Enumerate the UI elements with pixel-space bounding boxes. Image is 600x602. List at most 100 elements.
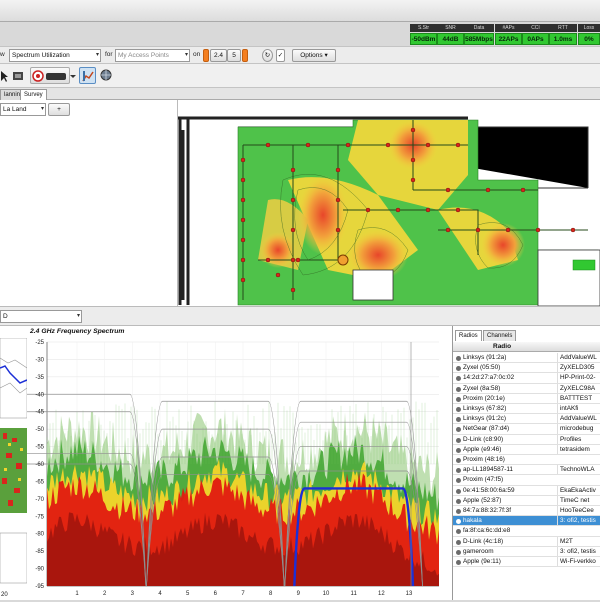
y-tick-label: -55 bbox=[35, 445, 44, 451]
radio-name: Apple (9e:11) bbox=[463, 558, 501, 565]
y-tick-label: -30 bbox=[35, 357, 44, 363]
radio-column-header[interactable]: Radio bbox=[493, 343, 511, 350]
y-tick-label: -90 bbox=[35, 567, 44, 573]
stat-data-rate: Data 585Mbps bbox=[464, 24, 494, 45]
chart-tool-icon[interactable] bbox=[79, 67, 96, 84]
radio-name: 0e:41:58:00:6a:59 bbox=[463, 486, 515, 494]
spectrum-chart: -25 -30 -35 -40 -45 -50 -55 -60 -65 -70 -75 -80 -85 -… bbox=[27, 338, 451, 598]
y-tick-label: -50 bbox=[35, 427, 44, 433]
options-button[interactable]: Options ▾ bbox=[292, 49, 336, 62]
stat-label: RTT bbox=[549, 24, 577, 32]
radio-row[interactable]: Linksys (91:2a) AddValueWL bbox=[453, 353, 600, 364]
visualization-select[interactable]: Spectrum Utilization ▾ bbox=[9, 49, 101, 62]
radio-row[interactable]: D-Link (4c:18) M2T bbox=[453, 536, 600, 547]
stat-value: -50dBm bbox=[410, 33, 437, 45]
radio-ssid: AddValueWL bbox=[557, 353, 600, 363]
visualization-value: Spectrum Utilization bbox=[12, 52, 70, 59]
tab-survey[interactable]: Survey bbox=[20, 89, 47, 100]
options-label: Options bbox=[300, 52, 323, 59]
chevron-down-icon: ▾ bbox=[76, 313, 80, 319]
x-tick-label: 10 bbox=[323, 591, 330, 597]
floorplan-heatmap[interactable] bbox=[178, 100, 600, 306]
y-tick-label: -75 bbox=[35, 514, 44, 520]
band-2-4-button[interactable]: 2.4 bbox=[210, 49, 227, 62]
chevron-down-icon: ▾ bbox=[184, 52, 188, 58]
radio-row[interactable]: Zyxel (8a:58) ZyXELC98A bbox=[453, 383, 600, 394]
x-tick-label: 12 bbox=[378, 591, 385, 597]
refresh-icon[interactable]: ↻ bbox=[262, 49, 273, 62]
radio-row[interactable]: NetGear (87:d4) microdebug bbox=[453, 424, 600, 435]
chevron-down-icon: ▾ bbox=[40, 106, 44, 112]
radio-row[interactable]: ap-LL1894587-11 TechnoWLA bbox=[453, 465, 600, 476]
radio-ssid: ZyXELD305 bbox=[557, 363, 600, 373]
radio-status-icon bbox=[456, 407, 461, 412]
radio-ssid: intAKfi bbox=[557, 404, 600, 414]
add-floor-button[interactable]: + bbox=[48, 103, 70, 116]
radio-ssid: TimeC net bbox=[557, 495, 600, 505]
capture-tool-icon[interactable] bbox=[12, 67, 24, 84]
spectrum-device-select[interactable]: D ▾ bbox=[0, 310, 82, 323]
mode-tabs: lanning Survey bbox=[0, 88, 600, 100]
radio-name: Linksys (91:2a) bbox=[463, 354, 507, 361]
tab-channels[interactable]: Channels bbox=[483, 330, 517, 341]
radio-name: NetGear (87:d4) bbox=[463, 425, 510, 433]
band-5-button[interactable]: 5 bbox=[227, 49, 241, 62]
radio-ssid: HP-Print-02- bbox=[557, 373, 600, 383]
survey-mode-button[interactable] bbox=[30, 67, 70, 84]
stat-cci: CCI 0APs bbox=[522, 24, 549, 45]
radio-status-icon bbox=[456, 386, 461, 392]
radio-row[interactable]: Proxim (48:16) bbox=[453, 455, 600, 466]
radio-row[interactable]: Linksys (67:82) intAKfi bbox=[453, 404, 600, 415]
radio-ssid: HooTeeCee bbox=[557, 506, 600, 516]
access-points-value: My Access Points bbox=[118, 52, 169, 59]
y-tick-label: -25 bbox=[35, 340, 44, 346]
radio-name: hakala bbox=[463, 517, 482, 525]
stat-value: 1.0ms bbox=[549, 33, 577, 45]
tab-radios[interactable]: Radios bbox=[455, 330, 482, 341]
radio-row[interactable]: gameroom 3: ofi2, testis bbox=[453, 546, 600, 557]
radio-row[interactable]: Linksys (91:2c) AddValueWL bbox=[453, 414, 600, 425]
radio-status-icon bbox=[456, 437, 461, 443]
radio-status-icon bbox=[456, 549, 461, 555]
radio-row[interactable]: Proxim (47:f5) bbox=[453, 475, 600, 486]
radio-row[interactable]: Apple (9e:11) Wi-Fi-verkko bbox=[453, 557, 600, 568]
y-tick-label: -60 bbox=[35, 462, 44, 468]
stat-label: SNR bbox=[437, 24, 464, 32]
radio-name: Proxim (48:16) bbox=[463, 456, 505, 463]
radio-name: 14:2d:27:a7:0c:02 bbox=[463, 374, 515, 382]
globe-icon[interactable] bbox=[99, 67, 113, 84]
radio-row[interactable]: 0e:41:58:00:6a:59 EkaEkaActiv bbox=[453, 485, 600, 496]
stat-label: Loss bbox=[578, 24, 600, 32]
tools-toolbar bbox=[0, 64, 600, 88]
y-tick-label: -95 bbox=[35, 584, 44, 590]
floor-select[interactable]: La Land ▾ bbox=[0, 103, 46, 116]
radio-name: Apple (52:87) bbox=[463, 496, 502, 504]
status-indicators: S.Str -50dBm SNR 44dB Data 585Mbps #APs 22AP… bbox=[410, 24, 600, 45]
stat-loss: Loss 0% bbox=[578, 24, 600, 45]
radio-row[interactable]: 14:2d:27:a7:0c:02 HP-Print-02- bbox=[453, 373, 600, 384]
radio-row[interactable]: fa:8f:ca:6c:dd:e8 bbox=[453, 526, 600, 537]
project-pane: La Land ▾ + bbox=[0, 100, 178, 306]
radios-panel: Radios Channels Radio Linksys (91:2a) Add… bbox=[452, 326, 600, 600]
radio-row[interactable]: Apple (52:87) TimeC net bbox=[453, 495, 600, 506]
radio-row[interactable]: hakala 3: ofi2, testis bbox=[453, 516, 600, 527]
radio-status-icon bbox=[456, 396, 461, 402]
radio-row[interactable]: Zyxel (05:50) ZyXELD305 bbox=[453, 363, 600, 374]
radio-status-icon bbox=[456, 498, 461, 504]
stat-label: #APs bbox=[495, 24, 522, 32]
radio-row[interactable]: D-Link (c8:90) Profiles bbox=[453, 434, 600, 445]
radio-row[interactable]: Proxim (20:1e) BATTTEST bbox=[453, 393, 600, 404]
pointer-tool-icon[interactable] bbox=[0, 67, 8, 84]
chevron-down-icon[interactable] bbox=[70, 67, 76, 84]
stat-value: 585Mbps bbox=[464, 33, 494, 45]
radio-name: fa:8f:ca:6c:dd:e8 bbox=[463, 527, 511, 535]
radio-status-icon bbox=[456, 458, 461, 463]
access-points-select[interactable]: My Access Points ▾ bbox=[115, 49, 190, 62]
radio-row[interactable]: Apple (e9:46) tetrasidem bbox=[453, 444, 600, 455]
y-tick-labels: -25 -30 -35 -40 -45 -50 -55 -60 -65 -70 -75 -80 -85 -… bbox=[35, 340, 44, 590]
filter-checkbox[interactable]: ✓ bbox=[276, 49, 285, 62]
radio-row[interactable]: 84:7a:88:32:7f:3f HooTeeCee bbox=[453, 506, 600, 517]
radio-status-icon bbox=[456, 376, 461, 382]
for-label: for bbox=[105, 51, 113, 58]
panel-splitter-toolbar: D ▾ bbox=[0, 306, 600, 326]
